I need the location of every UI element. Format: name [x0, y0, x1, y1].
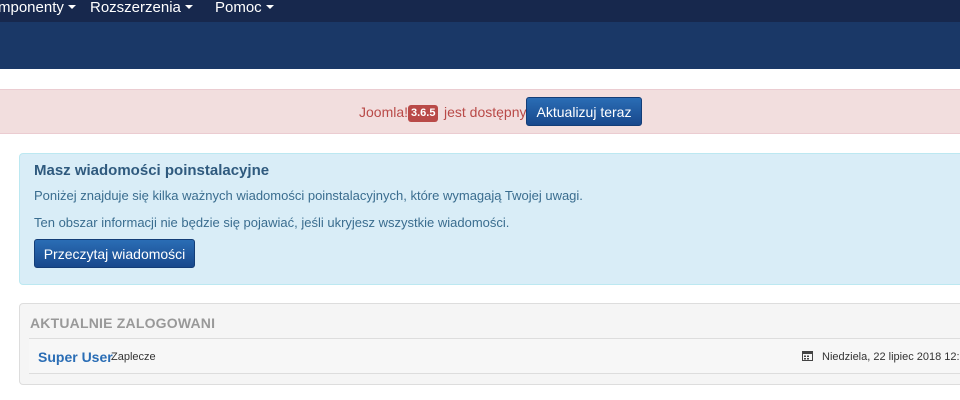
table-row: Super User Zaplecze Niedziela, 22 lipiec…	[29, 338, 960, 374]
postinstall-hide-note: Ten obszar informacji nie będzie się poj…	[34, 215, 510, 230]
postinstall-title: Masz wiadomości poinstalacyjne	[34, 162, 270, 179]
version-badge: 3.6.5	[408, 105, 439, 122]
update-alert: Joomla! 3.6.5 jest dostępny Aktualizuj t…	[0, 89, 960, 134]
menu-help[interactable]: Pomoc	[215, 0, 274, 22]
postinstall-description: Poniżej znajduje się kilka ważnych wiado…	[34, 188, 583, 203]
logged-users-title: AKTUALNIE ZALOGOWANI	[30, 315, 216, 331]
update-available-text: jest dostępny	[444, 104, 527, 120]
update-now-button[interactable]: Aktualizuj teraz	[526, 97, 642, 126]
menu-components[interactable]: mponenty	[0, 0, 76, 22]
menu-extensions[interactable]: Rozszerzenia	[90, 0, 193, 22]
update-product-name: Joomla!	[359, 104, 409, 120]
caret-down-icon	[184, 4, 193, 9]
user-name-link[interactable]: Super User	[38, 349, 113, 365]
logged-users-panel: AKTUALNIE ZALOGOWANI Super User Zaplecze…	[19, 303, 960, 385]
header-band	[0, 22, 960, 69]
menu-extensions-label: Rozszerzenia	[90, 0, 181, 16]
top-navbar: mponenty Rozszerzenia Pomoc	[0, 0, 960, 22]
read-messages-button[interactable]: Przeczytaj wiadomości	[34, 239, 195, 268]
user-area: Zaplecze	[111, 351, 156, 363]
menu-components-label: mponenty	[0, 0, 64, 16]
login-date: Niedziela, 22 lipiec 2018 12:3	[822, 351, 960, 363]
caret-down-icon	[265, 4, 274, 9]
calendar-icon	[802, 351, 813, 361]
postinstall-messages-panel: Masz wiadomości poinstalacyjne Poniżej z…	[19, 153, 960, 285]
menu-help-label: Pomoc	[215, 0, 262, 16]
caret-down-icon	[67, 4, 76, 9]
